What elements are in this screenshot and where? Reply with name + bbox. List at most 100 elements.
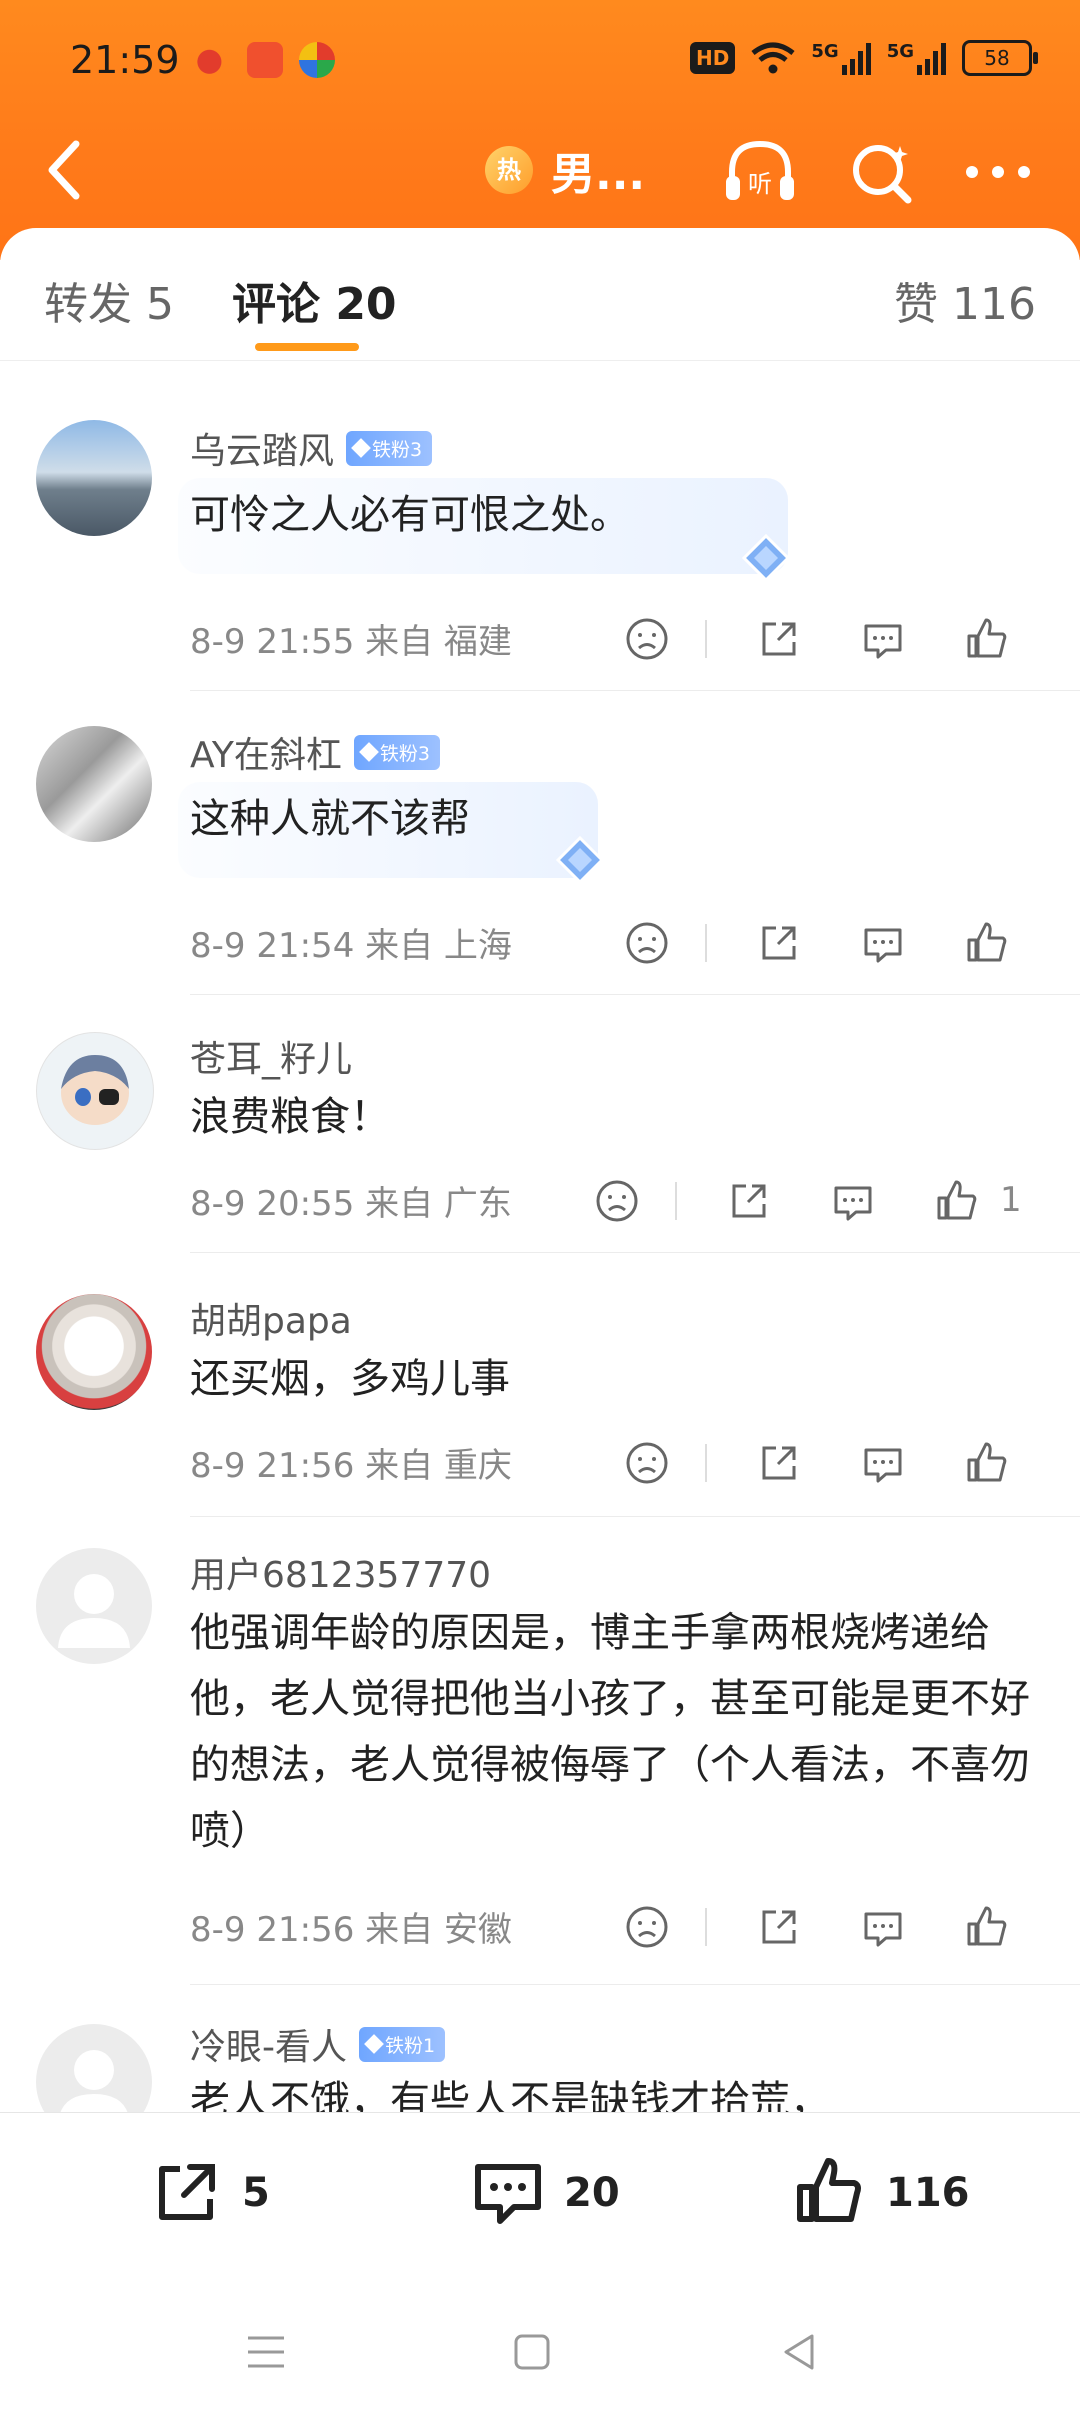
divider bbox=[705, 620, 707, 658]
divider bbox=[675, 1182, 677, 1220]
share-icon[interactable] bbox=[752, 612, 806, 666]
like-icon[interactable] bbox=[960, 612, 1014, 666]
comment-item: 胡胡papa 还买烟，多鸡儿事 8-9 21:56 来自 重庆 bbox=[0, 1256, 1080, 1517]
reply-icon[interactable] bbox=[826, 1174, 880, 1228]
tab-like[interactable]: 赞 116 bbox=[894, 268, 1036, 332]
battery-icon: 58 bbox=[962, 40, 1038, 76]
repost-count: 5 bbox=[242, 2170, 270, 2216]
bottom-action-bar: 5 20 116 bbox=[0, 2112, 1080, 2283]
username[interactable]: AY在斜杠 bbox=[190, 726, 342, 778]
like-icon[interactable] bbox=[960, 916, 1014, 970]
comment-actions bbox=[620, 1900, 1080, 1960]
like-icon[interactable] bbox=[960, 1900, 1014, 1954]
tab-repost[interactable]: 转发 5 bbox=[44, 268, 174, 332]
nav-bar: 热 男... 听 bbox=[0, 120, 1080, 220]
like-count-total: 116 bbox=[886, 2170, 970, 2216]
divider bbox=[705, 1444, 707, 1482]
listen-icon[interactable]: 听 bbox=[718, 130, 802, 214]
diamond-icon bbox=[351, 438, 371, 458]
avatar[interactable] bbox=[36, 420, 152, 536]
back-icon[interactable] bbox=[30, 130, 100, 210]
weibo-icon bbox=[195, 42, 231, 78]
system-nav-bar bbox=[0, 2282, 1080, 2414]
username[interactable]: 苍耳_籽儿 bbox=[190, 1030, 352, 1082]
fan-badge-label: 铁粉3 bbox=[379, 742, 430, 765]
comment-item: 冷眼-看人 铁粉1 老人不饿，有些人不是缺钱才拾荒， bbox=[0, 1998, 1080, 2114]
status-time: 21:59 bbox=[70, 38, 180, 82]
comment-icon bbox=[475, 2164, 541, 2224]
comment-actions bbox=[620, 916, 1080, 976]
share-icon[interactable] bbox=[752, 916, 806, 970]
status-bar: 21:59 HD 5G 5G 58 bbox=[0, 0, 1080, 130]
comment-text: 他强调年龄的原因是，博主手拿两根烧烤递给他，老人觉得把他当小孩了，甚至可能是更不… bbox=[190, 1610, 1030, 1854]
share-icon[interactable] bbox=[722, 1174, 776, 1228]
diamond-icon bbox=[364, 2034, 384, 2054]
comment-item: 用户6812357770 他强调年龄的原因是，博主手拿两根烧烤递给他，老人觉得把… bbox=[0, 1520, 1080, 1985]
comment-separator bbox=[190, 1516, 1080, 1517]
reply-icon[interactable] bbox=[856, 612, 910, 666]
dislike-face-icon[interactable] bbox=[620, 612, 674, 666]
thumbs-up-icon bbox=[797, 2158, 861, 2222]
comment-meta: 8-9 21:55 来自 福建 bbox=[190, 622, 512, 662]
user-row: 冷眼-看人 铁粉1 bbox=[190, 2018, 446, 2070]
share-icon[interactable] bbox=[752, 1436, 806, 1490]
fan-badge: 铁粉3 bbox=[346, 430, 433, 466]
username[interactable]: 胡胡papa bbox=[190, 1292, 352, 1344]
comment-text: 浪费粮食！ bbox=[190, 1094, 390, 1140]
comment-meta: 8-9 21:54 来自 上海 bbox=[190, 926, 512, 966]
reply-icon[interactable] bbox=[856, 1436, 910, 1490]
tab-bar: 转发 5 评论 20 赞 116 bbox=[0, 228, 1080, 361]
comment-button[interactable]: 20 bbox=[468, 2153, 620, 2233]
avatar[interactable] bbox=[36, 2024, 152, 2114]
status-app-icons bbox=[195, 42, 335, 78]
search-icon[interactable] bbox=[840, 130, 924, 214]
user-row: 胡胡papa bbox=[190, 1292, 352, 1344]
signal-icon-2: 5G bbox=[887, 41, 946, 75]
signal-icon-1: 5G bbox=[811, 41, 871, 75]
comment-count: 20 bbox=[564, 2170, 620, 2216]
username[interactable]: 冷眼-看人 bbox=[190, 2018, 347, 2070]
username[interactable]: 用户6812357770 bbox=[190, 1546, 491, 1598]
back-nav-icon[interactable] bbox=[770, 2322, 830, 2382]
reply-icon[interactable] bbox=[856, 916, 910, 970]
comment-item: 苍耳_籽儿 浪费粮食！ 8-9 20:55 来自 广东 1 bbox=[0, 994, 1080, 1254]
dislike-face-icon[interactable] bbox=[590, 1174, 644, 1228]
reply-icon[interactable] bbox=[856, 1900, 910, 1954]
topic-title[interactable]: 热 男... bbox=[485, 138, 645, 202]
comment-meta: 8-9 21:56 来自 安徽 bbox=[190, 1910, 512, 1950]
wifi-icon bbox=[751, 42, 795, 74]
like-button[interactable]: 116 bbox=[790, 2153, 970, 2233]
dislike-face-icon[interactable] bbox=[620, 1436, 674, 1490]
avatar[interactable] bbox=[36, 726, 152, 842]
home-icon[interactable] bbox=[502, 2322, 562, 2382]
comment-text: 可怜之人必有可恨之处。 bbox=[190, 492, 630, 538]
menu-icon[interactable] bbox=[236, 2322, 296, 2382]
repost-button[interactable]: 5 bbox=[146, 2153, 270, 2233]
user-row: 乌云踏风 铁粉3 bbox=[190, 422, 433, 474]
tab-comment[interactable]: 评论 20 bbox=[232, 268, 397, 332]
hot-icon: 热 bbox=[485, 146, 533, 194]
more-icon[interactable] bbox=[956, 130, 1040, 214]
fan-badge-label: 铁粉3 bbox=[372, 438, 423, 461]
share-icon[interactable] bbox=[752, 1900, 806, 1954]
dislike-face-icon[interactable] bbox=[620, 1900, 674, 1954]
like-icon[interactable] bbox=[930, 1174, 984, 1228]
dislike-face-icon[interactable] bbox=[620, 916, 674, 970]
avatar[interactable] bbox=[36, 1294, 152, 1410]
comment-separator bbox=[190, 1984, 1080, 1985]
app-header: 21:59 HD 5G 5G 58 热 男... 听 bbox=[0, 0, 1080, 260]
avatar[interactable] bbox=[36, 1548, 152, 1664]
like-icon[interactable] bbox=[960, 1436, 1014, 1490]
page-title: 男... bbox=[551, 149, 646, 200]
like-count: 1 bbox=[1000, 1180, 1022, 1220]
comment-text: 老人不饿，有些人不是缺钱才拾荒， bbox=[190, 2078, 830, 2114]
comment-item: 乌云踏风 铁粉3 可怜之人必有可恨之处。 8-9 21:55 来自 福建 bbox=[0, 378, 1080, 691]
comments-card: 转发 5 评论 20 赞 116 乌云踏风 铁粉3 可怜之人必有可恨之处。 8-… bbox=[0, 228, 1080, 2114]
avatar[interactable] bbox=[36, 1032, 154, 1150]
username[interactable]: 乌云踏风 bbox=[190, 422, 334, 474]
default-avatar-icon bbox=[59, 2050, 129, 2114]
user-row: 用户6812357770 bbox=[190, 1546, 491, 1598]
comment-text: 还买烟，多鸡儿事 bbox=[190, 1356, 510, 1402]
network-label-2: 5G bbox=[886, 41, 914, 62]
fan-badge-label: 铁粉1 bbox=[385, 2034, 436, 2057]
